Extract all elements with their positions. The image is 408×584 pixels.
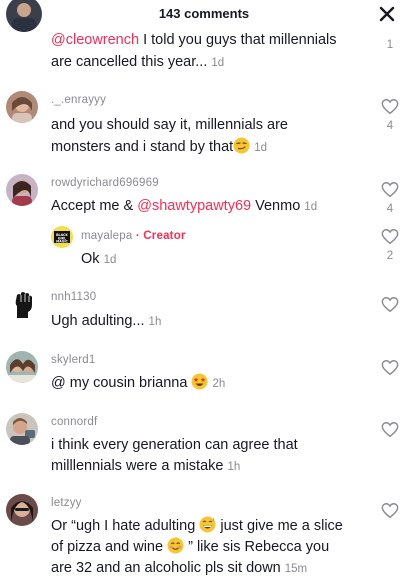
smirking-face-emoji	[233, 137, 250, 154]
comment-time: 1h	[227, 461, 241, 473]
comment-item: nnh1130 Ugh adulting... 1h	[0, 288, 408, 332]
reply-username[interactable]: mayalepa	[81, 230, 132, 242]
comment-text: @ my cousin brianna 2h	[51, 373, 226, 391]
comment-username[interactable]: nnh1130	[51, 291, 96, 303]
avatar[interactable]	[6, 351, 38, 383]
comment-username[interactable]: letzyy	[51, 497, 82, 509]
avatar[interactable]	[6, 288, 40, 322]
reply-item: BLACK GIRL MAGIC mayalepa · Creator Ok 1d …	[0, 226, 408, 272]
comment-item: connordf i think every generation can ag…	[0, 413, 408, 477]
avatar[interactable]	[6, 413, 38, 445]
avatar[interactable]	[6, 174, 38, 206]
heart-outline-icon	[381, 503, 399, 519]
like-button[interactable]	[380, 502, 400, 519]
like-button[interactable]: 4	[380, 181, 400, 215]
avatar[interactable]	[6, 494, 38, 526]
comment-text-line: of pizza and wine ” like sis Rebecca you	[51, 537, 330, 555]
comment-time: 1d	[254, 142, 267, 154]
like-button[interactable]	[380, 359, 400, 376]
smiling-face-emoji	[167, 537, 184, 554]
like-button[interactable]: 2	[380, 228, 400, 262]
reply-text: Ok 1d	[81, 251, 117, 267]
comment-time: 1d	[304, 201, 318, 213]
comment-text-line: monsters and i stand by that 1d	[51, 137, 267, 155]
like-count: 1	[386, 39, 394, 51]
comment-item: @cleowrench I told you guys that millenn…	[0, 0, 408, 72]
reply-username-row: mayalepa · Creator	[81, 230, 186, 242]
comment-item: letzyy Or “ugh I hate adulting just give…	[0, 494, 408, 584]
comment-text: Or “ugh I hate adulting just give me a s…	[51, 516, 343, 534]
comment-item: ._.enrayyy and you should say it, millen…	[0, 91, 408, 161]
comment-username[interactable]: ._.enrayyy	[51, 94, 106, 106]
like-button[interactable]: 4	[380, 98, 400, 132]
star-struck-emoji	[191, 373, 208, 390]
user-mention-link[interactable]: @shawtypawty69	[137, 198, 251, 214]
heart-outline-icon	[381, 360, 399, 376]
comment-time: 15m	[284, 563, 308, 575]
avatar[interactable]	[6, 91, 38, 123]
like-button[interactable]	[380, 421, 400, 438]
comment-text: and you should say it, millennials are	[51, 117, 288, 133]
heart-outline-icon	[381, 229, 399, 245]
comment-item: skylerd1 @ my cousin brianna 2h	[0, 351, 408, 395]
avatar[interactable]	[6, 0, 42, 32]
grinning-sweat-emoji	[199, 516, 216, 533]
like-button[interactable]: 1	[380, 39, 400, 51]
comment-time: 1d	[211, 57, 225, 69]
comment-username[interactable]: connordf	[51, 416, 97, 428]
comment-text: Ugh adulting... 1h	[51, 313, 162, 329]
comment-time: 1h	[148, 316, 162, 328]
svg-text:MAGIC: MAGIC	[56, 240, 68, 244]
comment-text: i think every generation can agree that	[51, 437, 298, 453]
like-count: 2	[386, 250, 394, 262]
creator-avatar[interactable]: BLACK GIRL MAGIC	[51, 226, 73, 248]
heart-outline-icon	[381, 99, 399, 115]
heart-outline-icon	[381, 182, 399, 198]
comment-item: rowdyrichard696969 Accept me & @shawtypa…	[0, 174, 408, 218]
heart-outline-icon	[381, 297, 399, 313]
comment-time: 2h	[212, 378, 226, 390]
comment-time: 1d	[103, 254, 117, 266]
comment-text-line: are 32 and an alcoholic pls sit down 15m	[51, 560, 308, 576]
raised-fist-icon	[6, 288, 40, 322]
comment-text: Accept me & @shawtypawty69 Venmo 1d	[51, 198, 318, 214]
heart-outline-icon	[381, 422, 399, 438]
creator-badge: · Creator	[135, 230, 186, 242]
comment-text-line: are cancelled this year... 1d	[51, 54, 225, 70]
comment-username[interactable]: rowdyrichard696969	[51, 177, 159, 189]
comment-text-line: milllennials were a mistake 1h	[51, 458, 241, 474]
comments-count-title: 143 comments	[158, 6, 250, 21]
like-count: 4	[386, 120, 394, 132]
comment-username[interactable]: skylerd1	[51, 354, 95, 366]
user-mention-link[interactable]: @cleowrench	[51, 32, 139, 48]
like-button[interactable]	[380, 296, 400, 313]
comment-text: @cleowrench I told you guys that millenn…	[51, 32, 337, 48]
like-count: 4	[386, 203, 394, 215]
